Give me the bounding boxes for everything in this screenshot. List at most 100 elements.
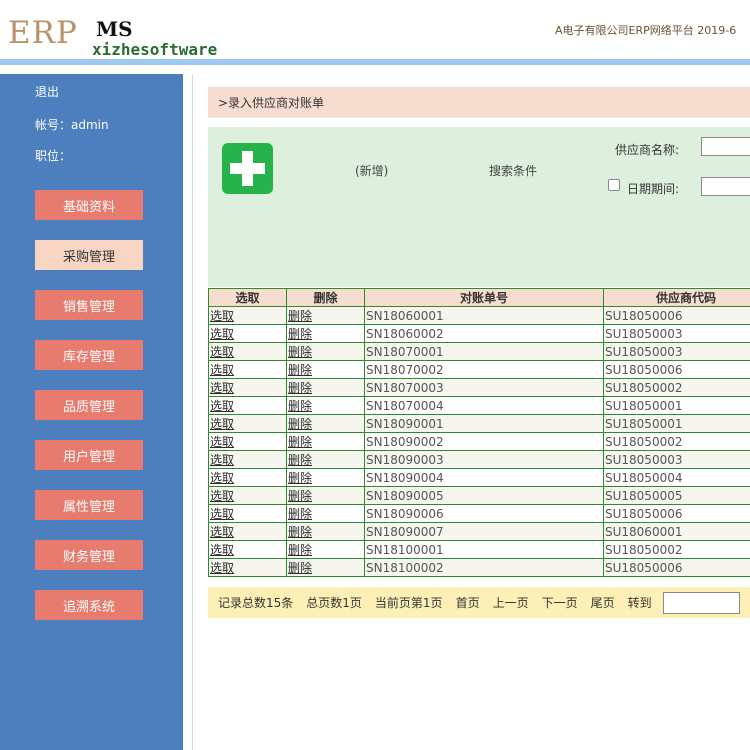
supplier-name-input[interactable] [701,137,750,156]
delete-link[interactable]: 删除 [288,525,312,539]
column-header-supplier-code: 供应商代码 [603,288,750,307]
logo-company-text: xizhesoftware [92,40,218,59]
next-page-link[interactable]: 下一页 [542,594,578,611]
statement-no-cell: SN18070001 [364,342,604,361]
select-link[interactable]: 选取 [210,489,234,503]
statement-table: 选取 删除 对账单号 供应商代码 选取 删除 SN18060001 SU1805000… [208,288,750,577]
menu-button[interactable]: 销售管理 [35,290,143,320]
delete-link[interactable]: 删除 [288,327,312,341]
supplier-code-cell: SU18050006 [603,360,750,379]
delete-link[interactable]: 删除 [288,381,312,395]
menu-button[interactable]: 基础资料 [35,190,143,220]
table-cell: 删除 [286,468,365,487]
delete-link[interactable]: 删除 [288,453,312,467]
position-label: 职位： [35,149,72,163]
supplier-code-cell: SU18050004 [603,468,750,487]
select-link[interactable]: 选取 [210,543,234,557]
current-page: 当前页第1页 [374,596,443,610]
menu-button[interactable]: 库存管理 [35,340,143,370]
add-new-button[interactable]: (新增) [355,162,388,179]
table-cell: 删除 [286,378,365,397]
select-link[interactable]: 选取 [210,471,234,485]
statement-no-cell: SN18070004 [364,396,604,415]
table-cell: 选取 [208,450,287,469]
delete-link[interactable]: 删除 [288,363,312,377]
delete-link[interactable]: 删除 [288,543,312,557]
table-row: 选取 删除 SN18070004 SU18050001 [208,396,750,415]
table-cell: 选取 [208,468,287,487]
table-cell: 删除 [286,450,365,469]
select-link[interactable]: 选取 [210,345,234,359]
select-link[interactable]: 选取 [210,417,234,431]
table-cell: 选取 [208,414,287,433]
goto-page-input[interactable] [662,591,740,614]
column-header-select: 选取 [208,288,287,307]
delete-link[interactable]: 删除 [288,471,312,485]
table-row: 选取 删除 SN18100001 SU18050002 [208,540,750,559]
table-row: 选取 删除 SN18070003 SU18050002 [208,378,750,397]
table-row: 选取 删除 SN18090005 SU18050005 [208,486,750,505]
menu-button[interactable]: 品质管理 [35,390,143,420]
table-row: 选取 删除 SN18090004 SU18050004 [208,468,750,487]
logout-link[interactable]: 退出 [35,83,59,100]
plus-icon[interactable] [222,143,273,194]
statement-no-cell: SN18090004 [364,468,604,487]
select-link[interactable]: 选取 [210,525,234,539]
table-cell: 选取 [208,504,287,523]
delete-link[interactable]: 删除 [288,399,312,413]
delete-link[interactable]: 删除 [288,561,312,575]
statement-no-cell: SN18090007 [364,522,604,541]
account-label: 帐号：admin [35,118,109,132]
table-cell: 选取 [208,558,287,577]
menu-button[interactable]: 追溯系统 [35,590,143,620]
table-cell: 删除 [286,522,365,541]
table-cell: 删除 [286,342,365,361]
delete-link[interactable]: 删除 [288,489,312,503]
date-range-checkbox[interactable] [608,179,620,191]
select-link[interactable]: 选取 [210,507,234,521]
date-range-label: 日期期间: [627,182,680,196]
menu-button[interactable]: 财务管理 [35,540,143,570]
table-cell: 删除 [286,360,365,379]
select-link[interactable]: 选取 [210,453,234,467]
delete-link[interactable]: 删除 [288,417,312,431]
menu-button[interactable]: 属性管理 [35,490,143,520]
table-cell: 选取 [208,486,287,505]
last-page-link[interactable]: 尾页 [591,594,615,611]
select-link[interactable]: 选取 [210,363,234,377]
select-link[interactable]: 选取 [210,399,234,413]
delete-link[interactable]: 删除 [288,345,312,359]
select-link[interactable]: 选取 [210,381,234,395]
column-header-delete: 删除 [286,288,365,307]
select-link[interactable]: 选取 [210,435,234,449]
select-link[interactable]: 选取 [210,327,234,341]
menu-button[interactable]: 采购管理 [35,240,143,270]
statement-no-cell: SN18090001 [364,414,604,433]
table-row: 选取 删除 SN18090006 SU18050006 [208,504,750,523]
supplier-code-cell: SU18050003 [603,342,750,361]
delete-link[interactable]: 删除 [288,507,312,521]
delete-link[interactable]: 删除 [288,435,312,449]
table-row: 选取 删除 SN18060002 SU18050003 [208,324,750,343]
table-row: 选取 删除 SN18090007 SU18060001 [208,522,750,541]
supplier-code-cell: SU18050002 [603,540,750,559]
select-link[interactable]: 选取 [210,309,234,323]
table-cell: 删除 [286,414,365,433]
goto-label: 转到 [627,596,652,610]
prev-page-link[interactable]: 上一页 [493,594,529,611]
statement-no-cell: SN18090006 [364,504,604,523]
supplier-code-cell: SU18050003 [603,324,750,343]
breadcrumb: >录入供应商对账单 [208,87,750,118]
table-row: 选取 删除 SN18070001 SU18050003 [208,342,750,361]
date-range-input[interactable] [701,177,750,196]
menu-button[interactable]: 用户管理 [35,440,143,470]
first-page-link[interactable]: 首页 [456,594,480,611]
statement-no-cell: SN18060001 [364,306,604,325]
supplier-code-cell: SU18050006 [603,306,750,325]
table-cell: 删除 [286,432,365,451]
statement-no-cell: SN18070002 [364,360,604,379]
select-link[interactable]: 选取 [210,561,234,575]
table-row: 选取 删除 SN18060001 SU18050006 [208,306,750,325]
delete-link[interactable]: 删除 [288,309,312,323]
total-pages: 总页数1页 [306,596,362,610]
